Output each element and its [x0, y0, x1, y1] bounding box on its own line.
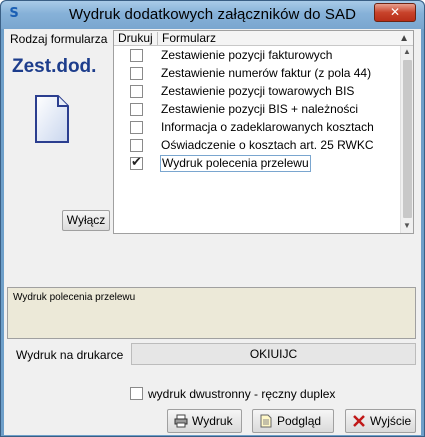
forms-grid[interactable]: Drukuj Formularz ▲ Zestawienie pozycji f… — [113, 30, 414, 234]
print-checkbox[interactable] — [130, 85, 143, 98]
preview-icon — [260, 414, 272, 428]
grid-header: Drukuj Formularz ▲ — [114, 31, 413, 46]
print-checkbox[interactable] — [130, 103, 143, 116]
grid-row[interactable]: Zestawienie numerów faktur (z pola 44) — [114, 65, 400, 82]
form-code: Zest.dod. — [12, 56, 97, 77]
column-header-print[interactable]: Drukuj — [118, 31, 153, 46]
form-label: Zestawienie numerów faktur (z pola 44) — [161, 66, 372, 80]
grid-row-selected[interactable]: Wydruk polecenia przelewu — [114, 155, 400, 172]
column-header-form[interactable]: Formularz — [162, 31, 216, 46]
grid-row[interactable]: Zestawienie pozycji BIS + należności — [114, 101, 400, 118]
print-checkbox[interactable] — [130, 67, 143, 80]
scroll-up-icon[interactable]: ▲ — [403, 47, 411, 56]
printer-label: Wydruk na drukarce — [16, 348, 124, 362]
form-type-label: Rodzaj formularza — [10, 32, 108, 46]
column-separator — [157, 32, 158, 45]
printer-select[interactable]: OKIUIJC — [131, 343, 416, 365]
grid-row[interactable]: Zestawienie pozycji fakturowych — [114, 47, 400, 64]
form-label: Informacja o zadeklarowanych kosztach — [161, 120, 374, 134]
vertical-scrollbar[interactable]: ▲ ▼ — [400, 46, 413, 233]
scroll-thumb[interactable] — [403, 60, 412, 218]
form-label: Oświadczenie o kosztach art. 25 RWKC — [161, 138, 374, 152]
window-title: Wydruk dodatkowych załączników do SAD — [68, 6, 357, 23]
grid-row[interactable]: Zestawienie pozycji towarowych BIS — [114, 83, 400, 100]
close-icon — [353, 415, 365, 427]
form-label: Wydruk polecenia przelewu — [160, 155, 311, 172]
dialog-window: S Wydruk dodatkowych załączników do SAD … — [0, 0, 425, 437]
grid-row[interactable]: Informacja o zadeklarowanych kosztach — [114, 119, 400, 136]
printer-icon — [174, 414, 188, 428]
exit-button[interactable]: Wyjście — [345, 409, 416, 433]
document-icon — [35, 95, 69, 143]
form-label: Zestawienie pozycji towarowych BIS — [161, 84, 355, 98]
disable-button[interactable]: Wyłącz — [62, 210, 110, 231]
form-label: Zestawienie pozycji fakturowych — [161, 48, 333, 62]
grid-row[interactable]: Oświadczenie o kosztach art. 25 RWKC — [114, 137, 400, 154]
print-checkbox[interactable] — [130, 49, 143, 62]
title-bar[interactable]: S Wydruk dodatkowych załączników do SAD … — [1, 1, 424, 29]
print-checkbox-checked[interactable] — [130, 155, 143, 170]
duplex-label: wydruk dwustronny - ręczny duplex — [148, 387, 336, 401]
description-box: Wydruk polecenia przelewu — [7, 287, 416, 339]
form-label: Zestawienie pozycji BIS + należności — [161, 102, 359, 116]
close-button[interactable]: ✕ — [374, 3, 416, 22]
scroll-down-icon[interactable]: ▼ — [403, 221, 411, 230]
duplex-checkbox[interactable] — [130, 387, 143, 400]
exit-button-label: Wyjście — [370, 414, 412, 428]
preview-button[interactable]: Podgląd — [252, 409, 334, 433]
chevron-up-icon[interactable]: ▲ — [399, 31, 409, 46]
print-checkbox[interactable] — [130, 121, 143, 134]
dialog-body: Rodzaj formularza Zest.dod. Wyłącz Druku… — [4, 29, 421, 435]
print-checkbox[interactable] — [130, 139, 143, 152]
preview-button-label: Podgląd — [277, 414, 322, 428]
close-icon: ✕ — [389, 5, 401, 19]
print-button-label: Wydruk — [192, 414, 233, 428]
print-button[interactable]: Wydruk — [167, 409, 242, 433]
